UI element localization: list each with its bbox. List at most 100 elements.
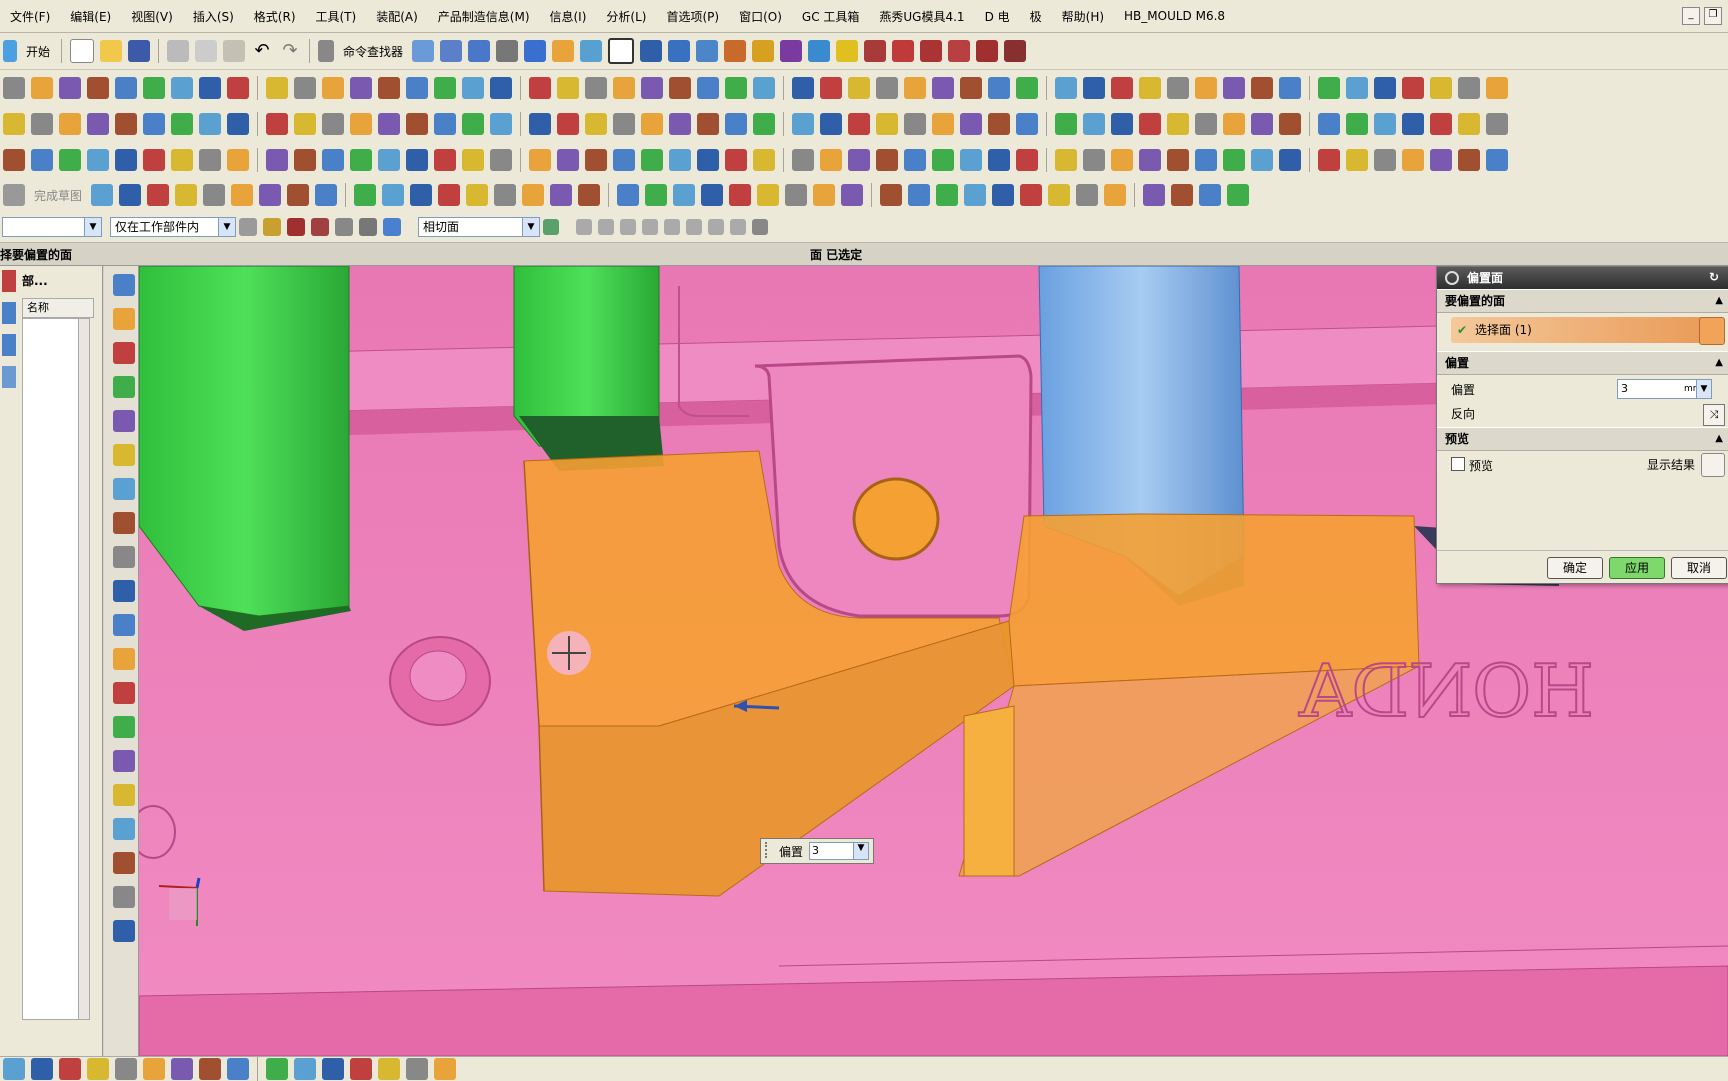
curve-tool-31-icon[interactable] (904, 113, 926, 135)
feature-tool-12-icon[interactable] (350, 149, 372, 171)
sketch-tool-13-icon[interactable] (466, 184, 489, 206)
wcs-icon[interactable] (640, 40, 663, 62)
resource-tool-5-icon[interactable] (113, 444, 135, 466)
feature-tool-50-icon[interactable] (1458, 149, 1480, 171)
sketch-tool-14-icon[interactable] (494, 184, 517, 206)
apply-button[interactable]: 应用 (1609, 557, 1665, 579)
snap-intersection-icon[interactable] (642, 219, 658, 235)
snap-center-icon[interactable] (664, 219, 680, 235)
sketch-tool-16-icon[interactable] (550, 184, 573, 206)
selection-priority-icon[interactable] (239, 218, 257, 236)
resource-tool-17-icon[interactable] (113, 852, 135, 874)
feature-tool-15-icon[interactable] (434, 149, 456, 171)
open-folder-icon[interactable] (100, 40, 123, 62)
sketch-icon[interactable] (3, 184, 25, 206)
modeling-tool-28-icon[interactable] (820, 77, 842, 99)
resource-tool-1-icon[interactable] (113, 308, 135, 330)
curve-tool-20-icon[interactable] (585, 113, 607, 135)
snap-quadrant-icon[interactable] (686, 219, 702, 235)
modeling-tool-15-icon[interactable] (434, 77, 456, 99)
bottom-tool-2-icon[interactable] (59, 1058, 81, 1080)
feature-tool-17-icon[interactable] (490, 149, 512, 171)
sketch-tool-26-icon[interactable] (841, 184, 864, 206)
face-select-icon[interactable] (1699, 317, 1725, 345)
feature-tool-7-icon[interactable] (199, 149, 221, 171)
offset-input[interactable]: 3 mm ▼ (1617, 379, 1712, 399)
menu-item-4[interactable]: 格式(R) (244, 8, 306, 25)
curve-tool-6-icon[interactable] (171, 113, 193, 135)
feature-tool-44-icon[interactable] (1279, 149, 1301, 171)
curve-tool-0-icon[interactable] (3, 113, 25, 135)
new-file-icon[interactable] (70, 39, 95, 63)
feature-tool-38-icon[interactable] (1111, 149, 1133, 171)
sketch-tool-32-icon[interactable] (1020, 184, 1043, 206)
curve-tool-7-icon[interactable] (199, 113, 221, 135)
feature-tool-18-icon[interactable] (529, 149, 551, 171)
resource-tool-0-icon[interactable] (113, 274, 135, 296)
feature-tool-32-icon[interactable] (932, 149, 954, 171)
modeling-tool-1-icon[interactable] (31, 77, 53, 99)
bottom-tool-4-icon[interactable] (115, 1058, 137, 1080)
shaded-cube-icon[interactable] (524, 40, 547, 62)
curve-tool-47-icon[interactable] (1374, 113, 1396, 135)
modeling-tool-16-icon[interactable] (462, 77, 484, 99)
curve-tool-36-icon[interactable] (1055, 113, 1077, 135)
view-orient-icon[interactable] (552, 40, 575, 62)
resource-tool-16-icon[interactable] (113, 818, 135, 840)
curve-tool-18-icon[interactable] (529, 113, 551, 135)
chevron-down-icon[interactable]: ▼ (853, 842, 869, 860)
curve-tool-30-icon[interactable] (876, 113, 898, 135)
feature-tool-8-icon[interactable] (227, 149, 249, 171)
preview-checkbox[interactable] (1451, 457, 1465, 471)
modeling-tool-43-icon[interactable] (1251, 77, 1273, 99)
feature-tool-26-icon[interactable] (753, 149, 775, 171)
menu-item-12[interactable]: GC 工具箱 (792, 8, 870, 25)
gear-icon[interactable] (1445, 271, 1459, 285)
body-filter-icon[interactable] (383, 218, 401, 236)
modeling-tool-9-icon[interactable] (266, 77, 288, 99)
feature-tool-23-icon[interactable] (669, 149, 691, 171)
menu-item-13[interactable]: 燕秀UG模具4.1 (869, 8, 974, 25)
modeling-tool-0-icon[interactable] (3, 77, 25, 99)
sketch-tool-20-icon[interactable] (673, 184, 696, 206)
feature-tool-25-icon[interactable] (725, 149, 747, 171)
floating-offset-input[interactable]: 偏置 3 ▼ (760, 838, 874, 864)
snap-on-face-icon[interactable] (752, 219, 768, 235)
menu-item-2[interactable]: 视图(V) (121, 8, 183, 25)
curve-icon[interactable] (864, 40, 887, 62)
curve-tool-2-icon[interactable] (59, 113, 81, 135)
snap-on-curve-icon[interactable] (730, 219, 746, 235)
feature-tool-10-icon[interactable] (294, 149, 316, 171)
sketch-tool-38-icon[interactable] (1199, 184, 1222, 206)
modeling-tool-31-icon[interactable] (904, 77, 926, 99)
feature-tool-24-icon[interactable] (697, 149, 719, 171)
fit-view-icon[interactable] (468, 40, 491, 62)
undo-icon[interactable]: ↶ (251, 40, 273, 62)
menu-item-11[interactable]: 窗口(O) (729, 8, 792, 25)
feature-tool-14-icon[interactable] (406, 149, 428, 171)
render-style-icon[interactable] (496, 40, 519, 62)
feature-tool-49-icon[interactable] (1430, 149, 1452, 171)
feature-tool-43-icon[interactable] (1251, 149, 1273, 171)
sketch-tool-21-icon[interactable] (701, 184, 724, 206)
feature-tool-35-icon[interactable] (1016, 149, 1038, 171)
menu-item-14[interactable]: D 电 (975, 8, 1020, 25)
fillet-curve-icon[interactable] (948, 40, 971, 62)
menu-item-5[interactable]: 工具(T) (306, 8, 367, 25)
modeling-tool-13-icon[interactable] (378, 77, 400, 99)
redo-icon[interactable]: ↷ (279, 40, 301, 62)
modeling-tool-20-icon[interactable] (585, 77, 607, 99)
curve-tool-24-icon[interactable] (697, 113, 719, 135)
sketch-tool-34-icon[interactable] (1076, 184, 1099, 206)
menu-item-1[interactable]: 编辑(E) (60, 8, 121, 25)
feature-tool-40-icon[interactable] (1167, 149, 1189, 171)
feature-tool-9-icon[interactable] (266, 149, 288, 171)
sketch-tool-30-icon[interactable] (964, 184, 987, 206)
curve-tool-50-icon[interactable] (1458, 113, 1480, 135)
modeling-tool-10-icon[interactable] (294, 77, 316, 99)
feature-tool-47-icon[interactable] (1374, 149, 1396, 171)
feature-tool-4-icon[interactable] (115, 149, 137, 171)
resource-tool-18-icon[interactable] (113, 886, 135, 908)
sketch-tool-18-icon[interactable] (617, 184, 640, 206)
modeling-tool-30-icon[interactable] (876, 77, 898, 99)
